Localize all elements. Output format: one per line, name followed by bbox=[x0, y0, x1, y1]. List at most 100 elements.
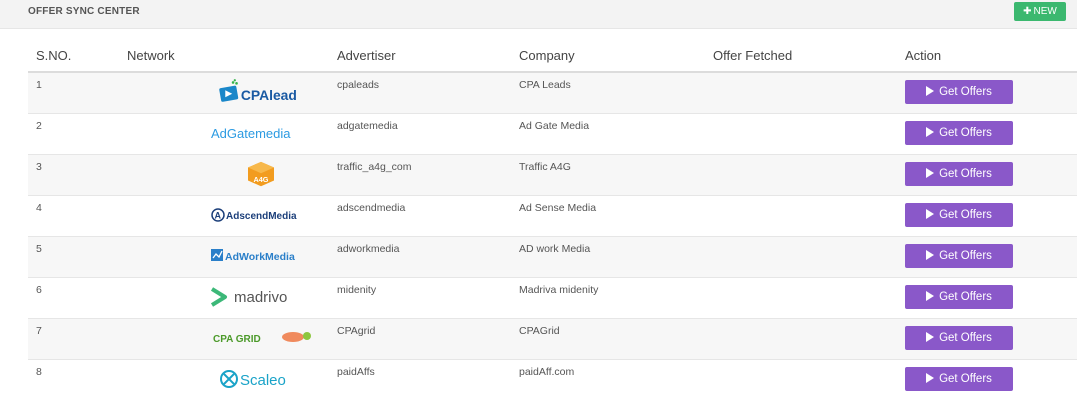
row-sno: 4 bbox=[28, 196, 119, 237]
new-button-label: NEW bbox=[1034, 6, 1057, 17]
get-offers-label: Get Offers bbox=[939, 250, 992, 262]
column-header-network: Network bbox=[119, 40, 329, 72]
get-offers-button[interactable]: Get Offers bbox=[905, 80, 1013, 104]
row-offer-fetched bbox=[705, 72, 897, 114]
row-network: A4G bbox=[119, 155, 329, 196]
column-header-advertiser: Advertiser bbox=[329, 40, 511, 72]
get-offers-label: Get Offers bbox=[939, 332, 992, 344]
column-header-offer-fetched: Offer Fetched bbox=[705, 40, 897, 72]
row-network: AdGatemedia bbox=[119, 114, 329, 155]
play-icon bbox=[926, 291, 934, 301]
column-header-company: Company bbox=[511, 40, 705, 72]
get-offers-label: Get Offers bbox=[939, 373, 992, 385]
table-row: 7 CPA GRID CPAgrid CPAGrid Get Offers bbox=[28, 319, 1077, 360]
row-advertiser: cpaleads bbox=[329, 72, 511, 114]
row-network: CPAlead bbox=[119, 72, 329, 114]
row-network: madrivo bbox=[119, 278, 329, 319]
svg-text:A: A bbox=[215, 211, 222, 221]
svg-text:AdGatemedia: AdGatemedia bbox=[211, 126, 291, 141]
row-sno: 1 bbox=[28, 72, 119, 114]
row-action: Get Offers bbox=[897, 114, 1077, 155]
a4g-logo: A4G bbox=[241, 161, 281, 187]
get-offers-button[interactable]: Get Offers bbox=[905, 285, 1013, 309]
row-offer-fetched bbox=[705, 196, 897, 237]
row-action: Get Offers bbox=[897, 319, 1077, 360]
play-icon bbox=[926, 127, 934, 137]
get-offers-button[interactable]: Get Offers bbox=[905, 326, 1013, 350]
row-advertiser: adgatemedia bbox=[329, 114, 511, 155]
row-sno: 6 bbox=[28, 278, 119, 319]
column-header-sno: S.NO. bbox=[28, 40, 119, 72]
offer-sync-table: S.NO. Network Advertiser Company Offer F… bbox=[28, 40, 1077, 400]
get-offers-button[interactable]: Get Offers bbox=[905, 367, 1013, 391]
row-network: A AdscendMedia bbox=[119, 196, 329, 237]
row-action: Get Offers bbox=[897, 237, 1077, 278]
play-icon bbox=[926, 86, 934, 96]
play-icon bbox=[926, 373, 934, 383]
row-offer-fetched bbox=[705, 237, 897, 278]
get-offers-label: Get Offers bbox=[939, 86, 992, 98]
svg-text:madrivo: madrivo bbox=[234, 289, 287, 306]
row-sno: 5 bbox=[28, 237, 119, 278]
adgatemedia-logo: AdGatemedia bbox=[211, 120, 321, 146]
row-company: Ad Gate Media bbox=[511, 114, 705, 155]
row-offer-fetched bbox=[705, 155, 897, 196]
column-header-action: Action bbox=[897, 40, 1077, 72]
svg-text:A4G: A4G bbox=[253, 175, 268, 184]
row-advertiser: adscendmedia bbox=[329, 196, 511, 237]
row-action: Get Offers bbox=[897, 196, 1077, 237]
table-row: 6 madrivo midenity Madriva midenity Get … bbox=[28, 278, 1077, 319]
row-company: Ad Sense Media bbox=[511, 196, 705, 237]
cpagrid-logo: CPA GRID bbox=[211, 325, 321, 351]
svg-text:AdscendMedia: AdscendMedia bbox=[226, 211, 297, 222]
row-network: CPA GRID bbox=[119, 319, 329, 360]
play-icon bbox=[926, 168, 934, 178]
table-row: 5 AdWorkMedia adworkmedia AD work Media … bbox=[28, 237, 1077, 278]
table-row: 1 CPAlead cpaleads CPA Leads Get Offers bbox=[28, 72, 1077, 114]
get-offers-label: Get Offers bbox=[939, 209, 992, 221]
cpalead-logo: CPAlead bbox=[211, 79, 321, 105]
get-offers-button[interactable]: Get Offers bbox=[905, 244, 1013, 268]
table-row: 2 AdGatemedia adgatemedia Ad Gate Media … bbox=[28, 114, 1077, 155]
get-offers-button[interactable]: Get Offers bbox=[905, 203, 1013, 227]
plus-icon: ✚ bbox=[1023, 6, 1031, 17]
page-header: OFFER SYNC CENTER ✚NEW bbox=[0, 0, 1077, 29]
row-network: AdWorkMedia bbox=[119, 237, 329, 278]
svg-text:CPAlead: CPAlead bbox=[241, 87, 297, 103]
row-sno: 3 bbox=[28, 155, 119, 196]
svg-text:CPA GRID: CPA GRID bbox=[213, 334, 261, 345]
row-offer-fetched bbox=[705, 319, 897, 360]
row-company: Traffic A4G bbox=[511, 155, 705, 196]
row-advertiser: CPAgrid bbox=[329, 319, 511, 360]
table-row: 3 A4G traffic_a4g_com Traffic A4G Get Of… bbox=[28, 155, 1077, 196]
row-action: Get Offers bbox=[897, 72, 1077, 114]
get-offers-button[interactable]: Get Offers bbox=[905, 162, 1013, 186]
new-button[interactable]: ✚NEW bbox=[1014, 2, 1066, 21]
row-company: CPAGrid bbox=[511, 319, 705, 360]
row-offer-fetched bbox=[705, 278, 897, 319]
madrivo-logo: madrivo bbox=[211, 284, 321, 310]
page-title: OFFER SYNC CENTER bbox=[28, 6, 140, 17]
play-icon bbox=[926, 209, 934, 219]
row-sno: 7 bbox=[28, 319, 119, 360]
table-header-row: S.NO. Network Advertiser Company Offer F… bbox=[28, 40, 1077, 72]
row-advertiser: midenity bbox=[329, 278, 511, 319]
offer-table-panel: S.NO. Network Advertiser Company Offer F… bbox=[28, 40, 1077, 400]
row-sno: 2 bbox=[28, 114, 119, 155]
svg-text:Scaleo: Scaleo bbox=[240, 372, 286, 389]
row-action: Get Offers bbox=[897, 155, 1077, 196]
row-offer-fetched bbox=[705, 114, 897, 155]
get-offers-label: Get Offers bbox=[939, 168, 992, 180]
play-icon bbox=[926, 332, 934, 342]
adscendmedia-logo: A AdscendMedia bbox=[211, 202, 321, 228]
play-icon bbox=[926, 250, 934, 260]
adworkmedia-logo: AdWorkMedia bbox=[211, 243, 321, 269]
row-company: CPA Leads bbox=[511, 72, 705, 114]
get-offers-label: Get Offers bbox=[939, 291, 992, 303]
get-offers-button[interactable]: Get Offers bbox=[905, 121, 1013, 145]
scaleo-logo: Scaleo bbox=[219, 366, 329, 392]
row-company: AD work Media bbox=[511, 237, 705, 278]
row-advertiser: adworkmedia bbox=[329, 237, 511, 278]
svg-text:AdWorkMedia: AdWorkMedia bbox=[225, 251, 295, 263]
row-action: Get Offers bbox=[897, 278, 1077, 319]
